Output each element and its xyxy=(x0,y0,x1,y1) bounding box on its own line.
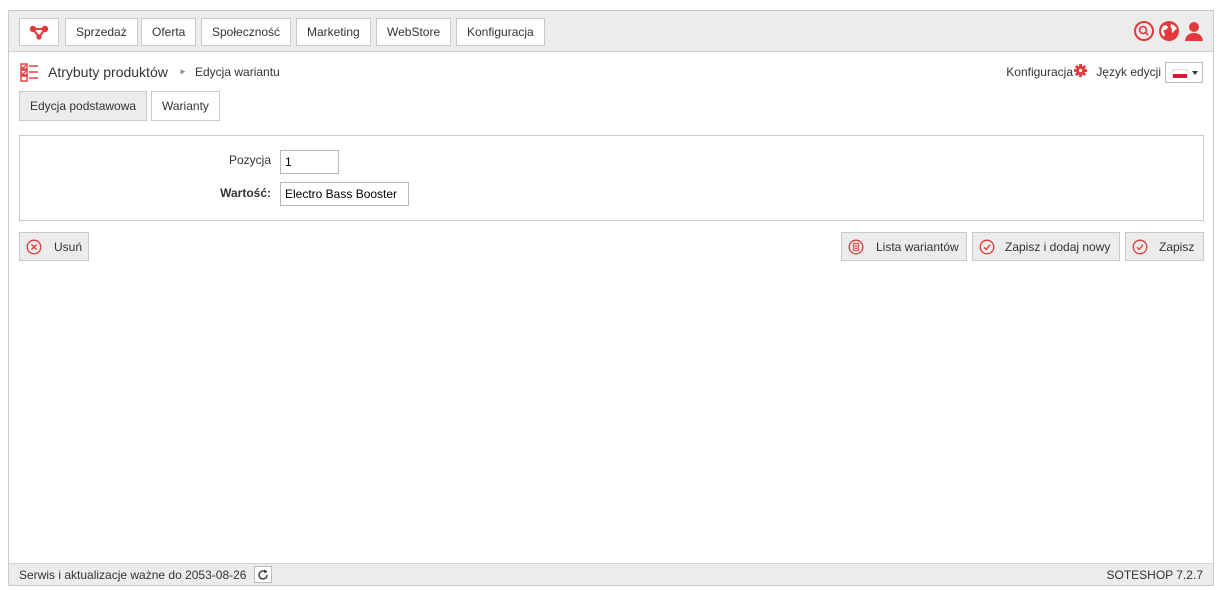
tab-basic-edit[interactable]: Edycja podstawowa xyxy=(19,91,148,121)
refresh-icon xyxy=(258,569,268,580)
save-and-add-button[interactable]: Zapisz i dodaj nowy xyxy=(972,232,1120,261)
save-button-label: Zapisz xyxy=(1159,240,1195,254)
app-window: Sprzedaż Oferta Społeczność Marketing We… xyxy=(8,10,1214,586)
breadcrumb-current: Edycja wariantu xyxy=(195,65,280,79)
delete-circle-x-icon xyxy=(26,239,42,255)
nav-item-konfiguracja[interactable]: Konfiguracja xyxy=(456,18,545,46)
logo-button[interactable] xyxy=(19,18,59,46)
top-navigation: Sprzedaż Oferta Społeczność Marketing We… xyxy=(9,11,1213,52)
globe-icon[interactable] xyxy=(1158,20,1180,42)
delete-button-label: Usuń xyxy=(54,240,83,254)
breadcrumb-separator-icon: ► xyxy=(179,67,187,76)
save-and-add-button-label: Zapisz i dodaj nowy xyxy=(1005,240,1111,254)
delete-button[interactable]: Usuń xyxy=(19,232,89,261)
caret-down-icon xyxy=(1192,71,1198,75)
value-label: Wartość: xyxy=(220,186,271,200)
footer: Serwis i aktualizacje ważne do 2053-08-2… xyxy=(9,563,1213,585)
check-circle-icon xyxy=(979,239,995,255)
nav-item-webstore[interactable]: WebStore xyxy=(376,18,452,46)
sote-logo-icon xyxy=(29,25,49,40)
nav-item-sprzedaz[interactable]: Sprzedaż xyxy=(65,18,138,46)
version-label: SOTESHOP 7.2.7 xyxy=(1106,568,1204,582)
value-input[interactable] xyxy=(280,182,409,206)
poland-flag-icon xyxy=(1172,69,1188,78)
top-right-icons xyxy=(1133,20,1205,42)
check-circle-icon xyxy=(1132,239,1148,255)
search-icon[interactable] xyxy=(1133,20,1155,42)
nav-item-marketing[interactable]: Marketing xyxy=(296,18,371,46)
list-circle-icon xyxy=(848,239,864,255)
user-icon[interactable] xyxy=(1183,20,1205,42)
variant-list-button-label: Lista wariantów xyxy=(876,240,959,254)
nav-item-oferta[interactable]: Oferta xyxy=(141,18,197,46)
language-label: Język edycji xyxy=(1096,65,1161,79)
product-attributes-icon xyxy=(20,63,38,82)
refresh-button[interactable] xyxy=(254,566,272,583)
config-link[interactable]: Konfiguracja xyxy=(1006,65,1073,79)
language-select[interactable] xyxy=(1165,62,1203,83)
nav-item-spolecznosc[interactable]: Społeczność xyxy=(201,18,292,46)
tab-variants[interactable]: Warianty xyxy=(151,91,220,121)
gear-icon[interactable] xyxy=(1074,64,1087,77)
position-label: Pozycja xyxy=(228,153,271,167)
breadcrumb-title[interactable]: Atrybuty produktów xyxy=(48,64,168,80)
position-input[interactable] xyxy=(280,150,339,174)
save-button[interactable]: Zapisz xyxy=(1125,232,1204,261)
service-validity-text: Serwis i aktualizacje ważne do 2053-08-2… xyxy=(19,568,247,582)
variant-form: Pozycja Wartość: xyxy=(19,135,1204,221)
variant-list-button[interactable]: Lista wariantów xyxy=(841,232,967,261)
